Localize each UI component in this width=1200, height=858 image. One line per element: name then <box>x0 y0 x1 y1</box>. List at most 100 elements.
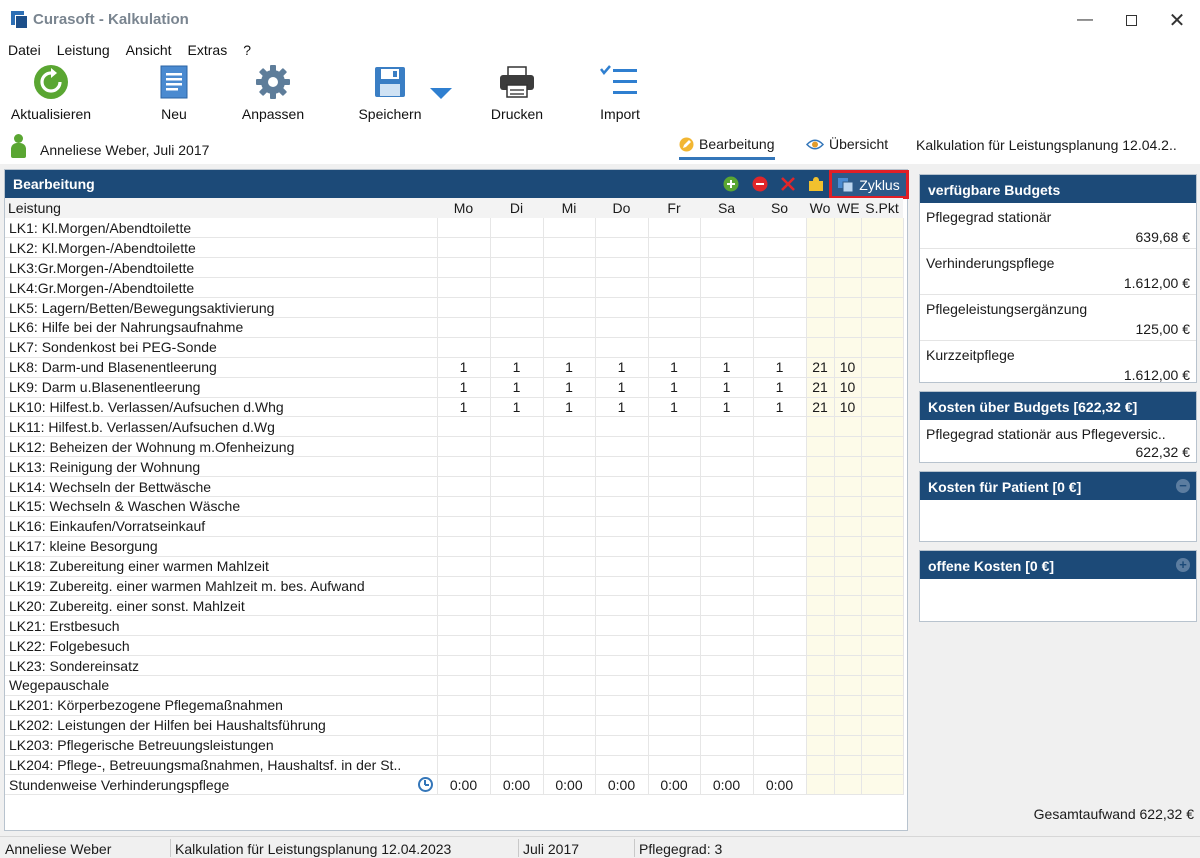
service-name-cell[interactable]: LK1: Kl.Morgen/Abendtoilette <box>5 218 438 239</box>
service-value-cell[interactable] <box>834 456 862 478</box>
service-value-cell[interactable] <box>543 436 596 458</box>
cost-item[interactable]: Pflegegrad stationär aus Pflegeversic.. … <box>920 420 1196 462</box>
column-header[interactable]: Mi <box>543 198 595 218</box>
service-value-cell[interactable] <box>543 257 596 279</box>
service-value-cell[interactable] <box>834 516 862 537</box>
service-value-cell[interactable]: 1 <box>700 357 754 378</box>
service-value-cell[interactable] <box>490 456 544 478</box>
service-value-cell[interactable] <box>437 576 491 597</box>
service-value-cell[interactable] <box>806 655 835 676</box>
service-name-cell[interactable]: LK17: kleine Besorgung <box>5 536 438 557</box>
column-header[interactable]: Di <box>490 198 543 218</box>
service-value-cell[interactable] <box>861 218 904 239</box>
service-value-cell[interactable] <box>490 536 544 557</box>
service-value-cell[interactable] <box>806 456 835 478</box>
service-value-cell[interactable] <box>861 397 904 418</box>
service-value-cell[interactable] <box>861 695 904 716</box>
service-value-cell[interactable] <box>490 416 544 438</box>
service-value-cell[interactable] <box>834 297 862 318</box>
service-value-cell[interactable]: 1 <box>437 377 491 398</box>
service-value-cell[interactable] <box>806 695 835 716</box>
service-name-cell[interactable]: Stundenweise Verhinderungspflege <box>5 774 438 796</box>
service-value-cell[interactable]: 1 <box>753 357 807 378</box>
service-value-cell[interactable] <box>595 257 649 279</box>
table-row[interactable]: LK203: Pflegerische Betreuungsleistungen <box>5 735 904 756</box>
service-value-cell[interactable] <box>834 695 862 716</box>
service-value-cell[interactable]: 1 <box>595 397 649 418</box>
service-value-cell[interactable] <box>861 456 904 478</box>
service-value-cell[interactable] <box>834 317 862 338</box>
service-value-cell[interactable] <box>648 675 701 696</box>
column-header[interactable]: So <box>753 198 806 218</box>
service-value-cell[interactable] <box>753 556 807 577</box>
service-value-cell[interactable] <box>543 337 596 358</box>
service-value-cell[interactable]: 1 <box>543 377 596 398</box>
service-value-cell[interactable] <box>806 755 835 776</box>
service-value-cell[interactable] <box>543 237 596 259</box>
table-row[interactable]: LK18: Zubereitung einer warmen Mahlzeit <box>5 556 904 577</box>
menu-datei[interactable]: Datei <box>0 40 49 62</box>
table-row[interactable]: LK10: Hilfest.b. Verlassen/Aufsuchen d.W… <box>5 397 904 418</box>
service-value-cell[interactable] <box>543 218 596 239</box>
service-value-cell[interactable]: 1 <box>543 397 596 418</box>
service-value-cell[interactable] <box>861 317 904 338</box>
service-value-cell[interactable] <box>490 317 544 338</box>
service-value-cell[interactable] <box>700 595 754 617</box>
service-value-cell[interactable] <box>834 416 862 438</box>
service-value-cell[interactable] <box>753 317 807 338</box>
service-value-cell[interactable] <box>543 277 596 299</box>
service-value-cell[interactable] <box>806 635 835 657</box>
service-value-cell[interactable] <box>861 774 904 796</box>
service-value-cell[interactable] <box>700 237 754 259</box>
service-value-cell[interactable] <box>595 715 649 736</box>
service-value-cell[interactable] <box>595 456 649 478</box>
service-value-cell[interactable] <box>806 595 835 617</box>
service-value-cell[interactable] <box>490 595 544 617</box>
service-name-cell[interactable]: LK202: Leistungen der Hilfen bei Haushal… <box>5 715 438 736</box>
budget-item[interactable]: Pflegeleistungsergänzung 125,00 € <box>920 295 1196 341</box>
service-name-cell[interactable]: LK2: Kl.Morgen-/Abendtoilette <box>5 237 438 259</box>
column-header[interactable]: Leistung <box>5 198 437 218</box>
service-name-cell[interactable]: LK14: Wechseln der Bettwäsche <box>5 476 438 497</box>
service-value-cell[interactable] <box>834 576 862 597</box>
service-name-cell[interactable]: LK4:Gr.Morgen-/Abendtoilette <box>5 277 438 299</box>
service-value-cell[interactable] <box>490 436 544 458</box>
service-value-cell[interactable] <box>834 218 862 239</box>
service-value-cell[interactable] <box>806 675 835 696</box>
table-row[interactable]: LK16: Einkaufen/Vorratseinkauf <box>5 516 904 537</box>
service-value-cell[interactable] <box>834 595 862 617</box>
service-value-cell[interactable] <box>753 576 807 597</box>
maximize-button[interactable] <box>1108 0 1154 40</box>
service-value-cell[interactable] <box>753 218 807 239</box>
service-value-cell[interactable] <box>437 695 491 716</box>
service-value-cell[interactable] <box>543 496 596 517</box>
service-value-cell[interactable] <box>806 297 835 318</box>
service-value-cell[interactable]: 1 <box>753 397 807 418</box>
column-header[interactable]: Mo <box>437 198 490 218</box>
service-value-cell[interactable] <box>834 755 862 776</box>
service-value-cell[interactable] <box>700 436 754 458</box>
service-value-cell[interactable] <box>595 576 649 597</box>
service-name-cell[interactable]: LK18: Zubereitung einer warmen Mahlzeit <box>5 556 438 577</box>
service-value-cell[interactable] <box>700 456 754 478</box>
table-row[interactable]: LK22: Folgebesuch <box>5 635 904 657</box>
service-value-cell[interactable] <box>834 337 862 358</box>
service-value-cell[interactable]: 21 <box>806 397 835 418</box>
table-row[interactable]: LK201: Körperbezogene Pflegemaßnahmen <box>5 695 904 716</box>
service-value-cell[interactable] <box>437 655 491 676</box>
service-value-cell[interactable] <box>437 456 491 478</box>
service-value-cell[interactable] <box>490 297 544 318</box>
service-value-cell[interactable]: 1 <box>437 397 491 418</box>
column-header[interactable]: Wo <box>806 198 834 218</box>
service-value-cell[interactable] <box>806 218 835 239</box>
service-value-cell[interactable] <box>753 237 807 259</box>
service-value-cell[interactable] <box>595 655 649 676</box>
service-value-cell[interactable] <box>595 496 649 517</box>
service-name-cell[interactable]: LK201: Körperbezogene Pflegemaßnahmen <box>5 695 438 716</box>
service-name-cell[interactable]: LK203: Pflegerische Betreuungsleistungen <box>5 735 438 756</box>
service-value-cell[interactable] <box>543 655 596 676</box>
service-value-cell[interactable]: 1 <box>700 397 754 418</box>
service-value-cell[interactable] <box>806 476 835 497</box>
service-value-cell[interactable] <box>595 556 649 577</box>
cycle-button[interactable]: Zyklus <box>829 170 909 199</box>
